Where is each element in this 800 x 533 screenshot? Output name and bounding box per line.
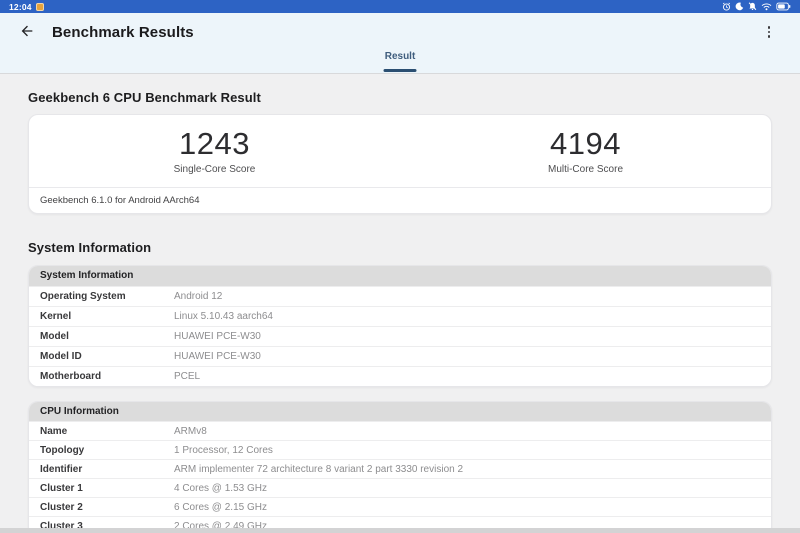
table-row: Motherboard PCEL	[29, 366, 771, 386]
tab-result[interactable]: Result	[382, 51, 419, 73]
row-label: Cluster 2	[40, 502, 174, 513]
page-title: Benchmark Results	[52, 24, 194, 41]
battery-icon	[776, 2, 791, 11]
status-time: 12:04	[9, 2, 32, 12]
single-core-score-label: Single-Core Score	[29, 164, 400, 175]
overflow-menu-button[interactable]	[758, 21, 780, 43]
alarm-icon	[722, 2, 731, 11]
table-row: Operating System Android 12	[29, 286, 771, 306]
geekbench-version-footer: Geekbench 6.1.0 for Android AArch64	[29, 187, 771, 213]
tab-bar: Result	[0, 51, 800, 73]
row-value: 1 Processor, 12 Cores	[174, 445, 760, 456]
screen: 12:04	[0, 0, 800, 533]
row-label: Identifier	[40, 464, 174, 475]
back-button[interactable]	[16, 21, 38, 43]
multi-core-score-label: Multi-Core Score	[400, 164, 771, 175]
row-value: Android 12	[174, 291, 760, 302]
row-label: Motherboard	[40, 371, 174, 382]
table-row: Cluster 1 4 Cores @ 1.53 GHz	[29, 478, 771, 497]
row-label: Cluster 1	[40, 483, 174, 494]
row-value: HUAWEI PCE-W30	[174, 351, 760, 362]
system-info-table: System Information Operating System Andr…	[28, 265, 772, 387]
table-row: Kernel Linux 5.10.43 aarch64	[29, 306, 771, 326]
screen-bottom-edge	[0, 528, 800, 533]
row-value: 6 Cores @ 2.15 GHz	[174, 502, 760, 513]
row-label: Topology	[40, 445, 174, 456]
table-row: Topology 1 Processor, 12 Cores	[29, 440, 771, 459]
table-row: Cluster 2 6 Cores @ 2.15 GHz	[29, 497, 771, 516]
table-row: Name ARMv8	[29, 421, 771, 440]
row-value: PCEL	[174, 371, 760, 382]
single-core-score: 1243 Single-Core Score	[29, 127, 400, 175]
status-bar: 12:04	[0, 0, 800, 13]
back-arrow-icon	[19, 23, 35, 42]
kebab-menu-icon	[768, 26, 771, 38]
row-value: Linux 5.10.43 aarch64	[174, 311, 760, 322]
row-value: ARM implementer 72 architecture 8 varian…	[174, 464, 760, 475]
multi-core-score-value: 4194	[400, 127, 771, 160]
wifi-icon	[761, 2, 772, 11]
single-core-score-value: 1243	[29, 127, 400, 160]
tab-result-label: Result	[385, 51, 416, 62]
score-card: 1243 Single-Core Score 4194 Multi-Core S…	[28, 114, 772, 214]
table-header: System Information	[29, 266, 771, 286]
benchmark-result-heading: Geekbench 6 CPU Benchmark Result	[28, 90, 772, 105]
system-information-heading: System Information	[28, 240, 772, 255]
row-value: HUAWEI PCE-W30	[174, 331, 760, 342]
app-bar: Benchmark Results Result	[0, 13, 800, 74]
table-row: Identifier ARM implementer 72 architectu…	[29, 459, 771, 478]
table-header: CPU Information	[29, 402, 771, 421]
content: Geekbench 6 CPU Benchmark Result 1243 Si…	[0, 90, 800, 533]
active-tab-indicator	[384, 69, 417, 72]
row-label: Model	[40, 331, 174, 342]
row-value: 4 Cores @ 1.53 GHz	[174, 483, 760, 494]
mute-icon	[748, 2, 757, 11]
moon-icon	[735, 2, 744, 11]
row-label: Kernel	[40, 311, 174, 322]
row-label: Operating System	[40, 291, 174, 302]
table-row: Model ID HUAWEI PCE-W30	[29, 346, 771, 366]
cpu-info-table: CPU Information Name ARMv8 Topology 1 Pr…	[28, 401, 772, 533]
row-value: ARMv8	[174, 426, 760, 437]
notification-badge-icon	[36, 3, 44, 11]
multi-core-score: 4194 Multi-Core Score	[400, 127, 771, 175]
row-label: Name	[40, 426, 174, 437]
table-row: Model HUAWEI PCE-W30	[29, 326, 771, 346]
row-label: Model ID	[40, 351, 174, 362]
